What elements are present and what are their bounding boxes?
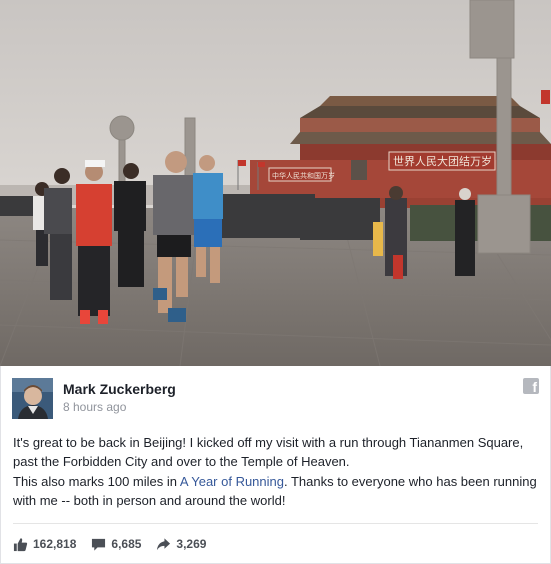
facebook-icon[interactable]: f: [523, 378, 539, 394]
post-card: Mark Zuckerberg 8 hours ago f It's great…: [0, 366, 551, 564]
post-paragraph-1: It's great to be back in Beijing! I kick…: [13, 435, 524, 469]
year-of-running-link[interactable]: A Year of Running: [180, 474, 284, 489]
comment-stat[interactable]: 6,685: [91, 537, 141, 552]
like-count: 162,818: [33, 537, 77, 551]
share-arrow-icon: [157, 537, 171, 550]
banner-right: 世界人民大团结万岁: [393, 154, 492, 168]
banner-left: 中华人民共和国万岁: [272, 171, 335, 180]
post-stats: 162,818 6,685 3,269: [13, 535, 221, 553]
author-name[interactable]: Mark Zuckerberg: [63, 381, 176, 397]
facebook-icon-glyph: f: [532, 379, 537, 394]
post-photo[interactable]: 中华人民共和国万岁 世界人民大团结万岁: [0, 0, 551, 366]
post-timestamp[interactable]: 8 hours ago: [63, 400, 126, 414]
stats-divider: [13, 523, 538, 524]
speech-bubble-icon: [92, 538, 106, 551]
post-paragraph-2-start: This also marks 100 miles in: [13, 474, 180, 489]
share-stat[interactable]: 3,269: [156, 537, 206, 552]
thumbs-up-icon: [13, 537, 28, 551]
post-paragraph-2: This also marks 100 miles in A Year of R…: [13, 472, 541, 510]
share-count: 3,269: [176, 537, 207, 551]
author-avatar[interactable]: [12, 378, 53, 419]
comment-count: 6,685: [111, 537, 142, 551]
like-stat[interactable]: 162,818: [13, 537, 76, 552]
